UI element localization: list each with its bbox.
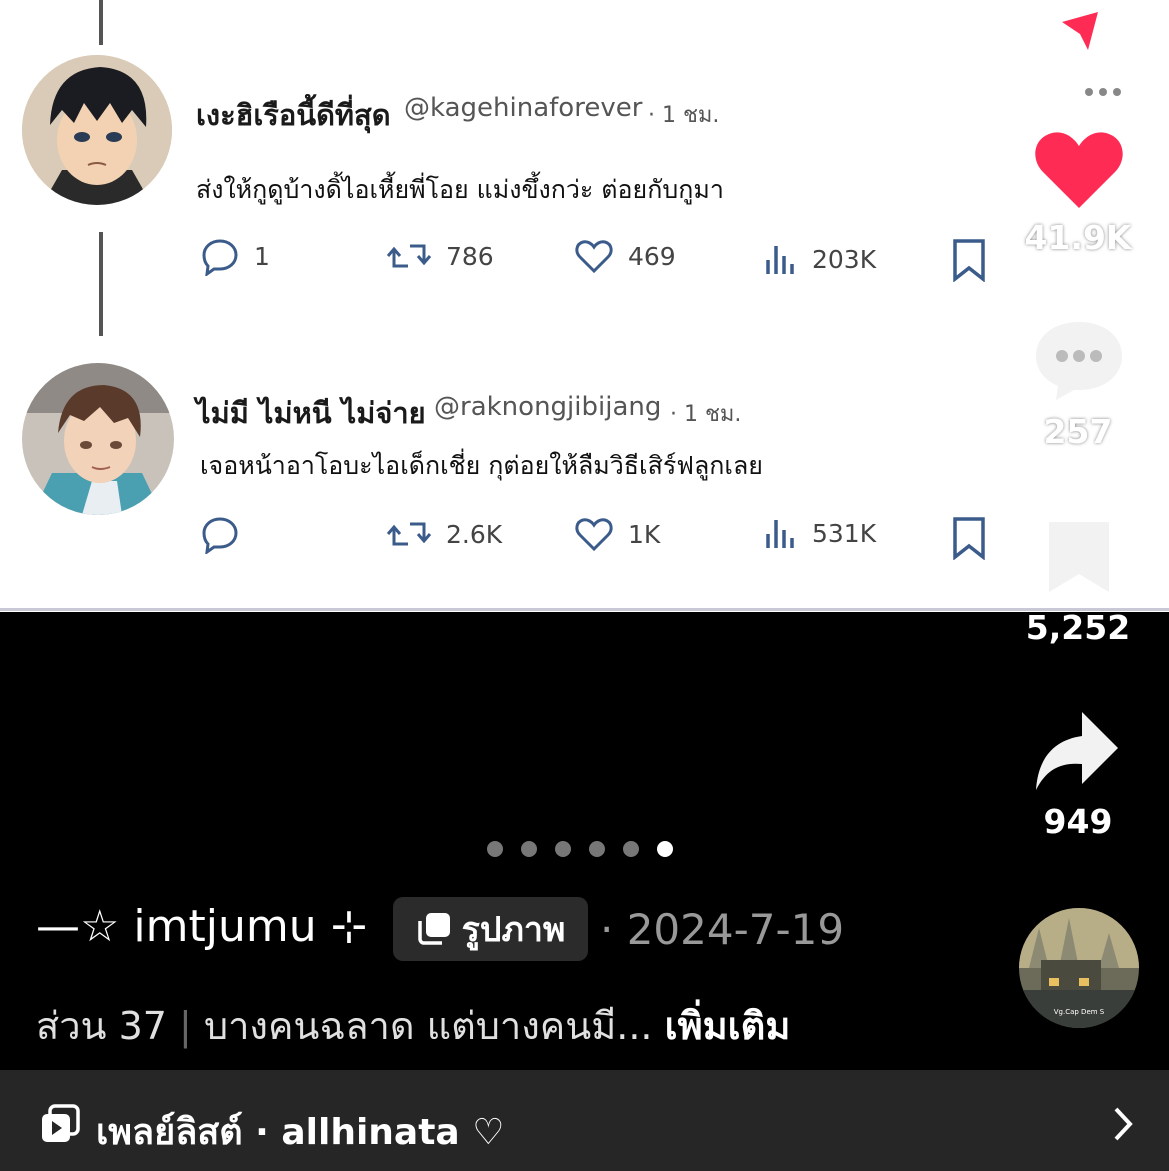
share-arrow-icon[interactable]: [1034, 710, 1120, 792]
like-action[interactable]: 469: [574, 236, 676, 276]
carousel-dot[interactable]: [487, 841, 503, 857]
caption-separator: |: [179, 1004, 192, 1048]
carousel-dot[interactable]: [589, 841, 605, 857]
bookmark-save-icon[interactable]: [1045, 518, 1113, 594]
tweet-author-name[interactable]: ไม่มี ไม่หนี ไม่จ่าย: [196, 390, 426, 436]
views-icon: [766, 246, 794, 274]
post-caption[interactable]: ส่วน 37 | บางคนฉลาด แต่บางคนมี... เพิ่มเ…: [36, 995, 790, 1056]
save-count: 5,252: [1025, 608, 1131, 647]
reply-icon: [202, 517, 238, 554]
views-action[interactable]: 203K: [764, 242, 876, 276]
reply-count: 1: [254, 241, 270, 271]
tweet-time: · 1 ชม.: [670, 402, 742, 427]
views-action[interactable]: 531K: [764, 516, 876, 550]
like-action[interactable]: 1K: [574, 514, 660, 554]
divider: [0, 608, 1169, 611]
author-username[interactable]: —☆ imtjumu ⊹: [36, 901, 367, 952]
chevron-right-icon[interactable]: [1112, 1106, 1134, 1142]
thread-line: [99, 0, 103, 45]
reply-action[interactable]: 1: [200, 236, 270, 276]
avatar: [22, 55, 172, 205]
tweet-handle[interactable]: @kagehinaforever: [404, 93, 642, 123]
heart-outline-icon: [575, 240, 613, 274]
retweet-action[interactable]: 2.6K: [386, 514, 502, 554]
retweet-action[interactable]: 786: [386, 236, 494, 276]
reply-icon: [202, 239, 238, 276]
thread-line: [99, 232, 103, 336]
more-dots-icon[interactable]: [1084, 86, 1124, 98]
tweet-text: ส่งให้กูดูบ้างดิ้ไอเหี้ยพี่โอย แม่งขึ้งก…: [196, 175, 724, 204]
avatar: [22, 363, 174, 515]
retweet-count: 786: [446, 241, 494, 271]
send-button[interactable]: [1042, 0, 1116, 66]
comment-count: 257: [1043, 412, 1113, 451]
playlist-label[interactable]: เพลย์ลิสต์ · allhinata ♡: [96, 1103, 505, 1160]
like-count: 469: [628, 241, 676, 271]
heart-outline-icon: [575, 518, 613, 552]
like-count: 1K: [628, 519, 661, 549]
share-count: 949: [1043, 802, 1113, 841]
bookmark-icon[interactable]: [952, 516, 986, 560]
caption-part: ส่วน 37: [36, 1004, 167, 1048]
comment-icon[interactable]: [1034, 318, 1124, 402]
like-count: 41.9K: [1024, 218, 1132, 257]
tweet-screenshot: เงะฮิเรือนี้ดีที่สุด @kagehinaforever · …: [0, 0, 1169, 612]
post-date: · 2024-7-19: [600, 905, 845, 954]
carousel-dot[interactable]: [623, 841, 639, 857]
views-count: 203K: [812, 244, 877, 274]
see-more-link[interactable]: เพิ่มเติม: [665, 1004, 791, 1048]
photo-badge: รูปภาพ: [393, 897, 588, 961]
tweet-handle[interactable]: @raknongjibijang: [434, 392, 661, 422]
carousel-dot[interactable]: [555, 841, 571, 857]
views-icon: [766, 520, 794, 548]
disc-caption: Vg.Cap Dem S: [1053, 1008, 1105, 1016]
tweet-text: เจอหน้าอาโอบะไอเด็กเชี่ย กุต่อยให้ลืมวิธ…: [200, 451, 763, 480]
playlist-icon: [42, 1104, 80, 1142]
carousel-indicator[interactable]: [487, 841, 673, 857]
retweet-count: 2.6K: [446, 519, 503, 549]
carousel-dot-active[interactable]: [657, 841, 673, 857]
views-count: 531K: [812, 518, 877, 548]
retweet-icon: [386, 522, 432, 546]
bookmark-icon[interactable]: [952, 238, 986, 282]
music-disc[interactable]: Vg.Cap Dem S: [1019, 908, 1139, 1028]
photo-carousel-icon: [417, 913, 450, 945]
tweet-time: · 1 ชม.: [648, 103, 720, 128]
caption-text: บางคนฉลาด แต่บางคนมี...: [203, 1004, 653, 1048]
like-heart-icon[interactable]: [1033, 126, 1125, 210]
photo-badge-label: รูปภาพ: [461, 910, 566, 950]
tweet-author-name[interactable]: เงะฮิเรือนี้ดีที่สุด: [196, 92, 391, 138]
retweet-icon: [386, 244, 432, 268]
carousel-dot[interactable]: [521, 841, 537, 857]
reply-action[interactable]: [200, 514, 254, 554]
